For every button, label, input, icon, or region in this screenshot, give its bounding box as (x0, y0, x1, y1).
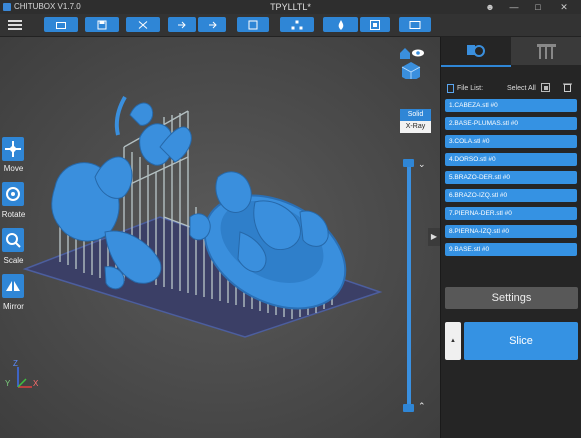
save-button[interactable] (85, 17, 119, 32)
mirror-button[interactable] (2, 274, 24, 298)
file-list-item[interactable]: 4.DORSO.stl #0 (445, 153, 577, 166)
rotate-button[interactable] (2, 182, 24, 206)
scene-render (0, 37, 440, 438)
file-list-item[interactable]: 1.CABEZA.stl #0 (445, 99, 577, 112)
slice-button[interactable]: Slice (464, 322, 578, 360)
add-model-button[interactable] (126, 17, 160, 32)
layer-slider-track[interactable] (407, 161, 411, 409)
printer-settings-icon (370, 19, 380, 30)
layer-slider-top-handle[interactable] (403, 159, 414, 167)
open-folder-icon (56, 21, 66, 29)
scale-icon (6, 233, 21, 248)
collapse-panel-icon[interactable]: ▶ (428, 228, 440, 246)
file-list-label: File List: (457, 85, 484, 92)
view-cube[interactable] (398, 45, 428, 82)
hamburger-menu-icon[interactable] (8, 18, 22, 32)
solid-view-button[interactable]: Solid (400, 109, 431, 121)
toolbar (0, 14, 581, 37)
file-list-item[interactable]: 5.BRAZO-DER.stl #0 (445, 171, 577, 184)
user-icon[interactable]: ☻ (482, 0, 498, 14)
mirror-label: Mirror (3, 302, 24, 311)
rotate-icon (6, 187, 20, 201)
app-logo-icon (3, 3, 11, 11)
app-name: CHITUBOX V1.7.0 (14, 2, 81, 11)
open-folder-button[interactable] (44, 17, 78, 32)
network-icon (291, 20, 303, 29)
import-icon (178, 21, 186, 28)
tab-supports[interactable] (511, 37, 581, 65)
screenshot-icon (409, 20, 421, 29)
xray-view-button[interactable]: X-Ray (400, 121, 431, 133)
title-bar: CHITUBOX V1.7.0 TPYLLTL* ☻ — □ ✕ (0, 0, 581, 14)
axis-z-label: Z (13, 359, 18, 368)
close-icon[interactable]: ✕ (556, 0, 572, 14)
file-list-icon (447, 84, 454, 93)
select-all-checkbox[interactable] (541, 83, 550, 92)
move-label: Move (3, 164, 24, 173)
axis-x-label: X (33, 379, 39, 388)
gear-icon (467, 45, 485, 57)
scale-label: Scale (3, 256, 24, 265)
settings-button[interactable]: Settings (445, 287, 578, 309)
network-button[interactable] (280, 17, 314, 32)
trash-icon[interactable] (563, 82, 572, 92)
export-icon (209, 21, 217, 28)
move-icon (5, 141, 21, 157)
file-list-item[interactable]: 3.COLA.stl #0 (445, 135, 577, 148)
chevron-down-icon[interactable]: ⌄ (418, 159, 426, 170)
save-file-icon (248, 20, 258, 29)
drop-button[interactable] (323, 17, 358, 32)
save-file-button[interactable] (237, 17, 269, 32)
select-all-label: Select All (507, 85, 536, 92)
slice-options-button[interactable]: ▲ (445, 322, 461, 360)
file-list-item[interactable]: 6.BRAZO-IZQ.stl #0 (445, 189, 577, 202)
move-button[interactable] (2, 137, 24, 161)
export-button[interactable] (198, 17, 226, 32)
file-list-item[interactable]: 8.PIERNA-IZQ.stl #0 (445, 225, 577, 238)
minimize-icon[interactable]: — (506, 0, 522, 14)
3d-viewport[interactable]: Z Y X Move Rotate Scale Mirror Solid X-R… (0, 37, 440, 438)
file-list-item[interactable]: 9.BASE.stl #0 (445, 243, 577, 256)
mirror-icon (6, 281, 20, 291)
drop-icon (338, 19, 343, 30)
chevron-up-icon[interactable]: ⌃ (418, 401, 426, 412)
rotate-label: Rotate (1, 210, 26, 219)
supports-icon (537, 44, 556, 59)
layer-slider-bottom-handle[interactable] (403, 404, 414, 412)
screenshot-button[interactable] (399, 17, 431, 32)
printer-settings-button[interactable] (360, 17, 390, 32)
add-model-icon (138, 20, 148, 29)
file-list-item[interactable]: 7.PIERNA-DER.stl #0 (445, 207, 577, 220)
maximize-icon[interactable]: □ (530, 0, 546, 14)
save-icon (97, 20, 107, 29)
tab-settings[interactable] (441, 37, 511, 67)
view-cube-icon (400, 48, 424, 82)
right-panel: File List: Select All 1.CABEZA.stl #0 2.… (440, 37, 581, 438)
file-list-item[interactable]: 2.BASE-PLUMAS.stl #0 (445, 117, 577, 130)
axis-y-label: Y (5, 379, 11, 388)
scale-button[interactable] (2, 228, 24, 252)
import-button[interactable] (168, 17, 196, 32)
